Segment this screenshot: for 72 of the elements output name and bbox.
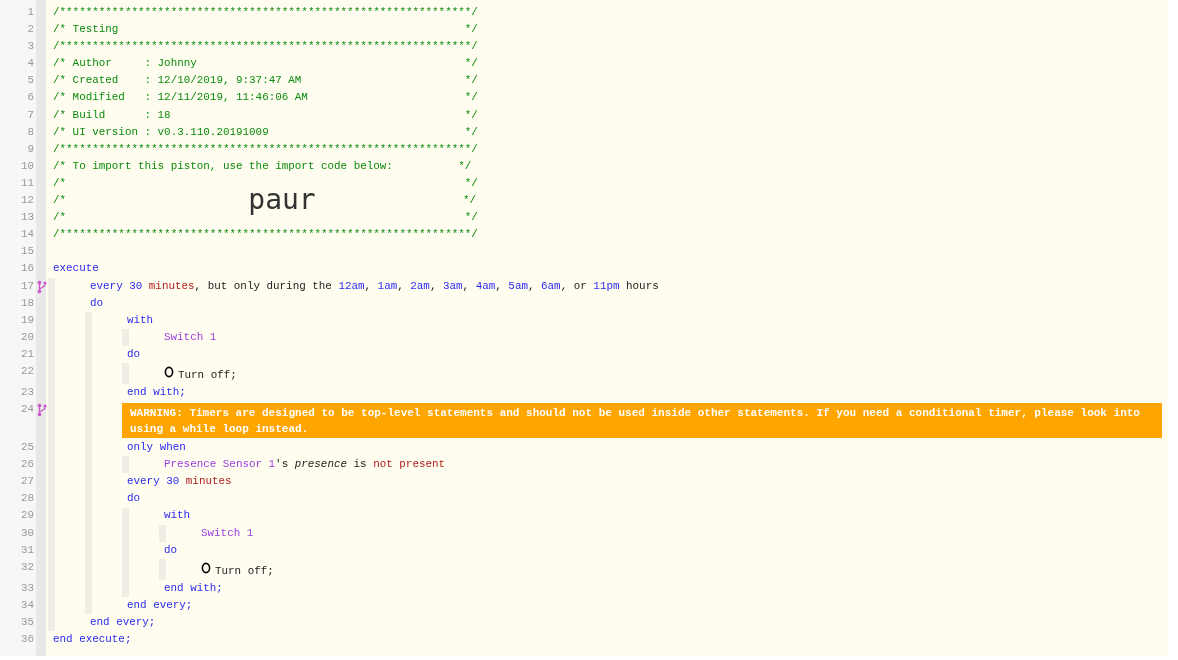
code-line: /***************************************************************/ [52, 141, 478, 157]
code-line: do [126, 491, 141, 507]
line-number: 26 [20, 457, 35, 473]
code-line: /* To import this piston, use the import code below: */ [52, 158, 472, 174]
line-number: 11 [20, 175, 35, 191]
code-line: end with; [163, 580, 223, 596]
code-line: /* Author : Johnny */ [52, 56, 478, 72]
line-number: 6 [27, 90, 35, 106]
line-number: 4 [27, 56, 35, 72]
comment-text: /* [52, 193, 67, 209]
line-number: 5 [27, 73, 35, 89]
line-number: 25 [20, 440, 35, 456]
code-line: do [163, 542, 178, 558]
code-line: end every; [89, 614, 156, 630]
code-line: Presence Sensor 1's presence is not present [163, 457, 446, 473]
code-line: do [126, 346, 141, 362]
line-number: 34 [20, 597, 35, 613]
code-line: Turn off; [214, 563, 274, 579]
line-number: 9 [27, 141, 35, 157]
code-line: every 30 minutes, but only during the 12am, 1am, 2am, 3am, 4am, 5am, 6am, or 11pm hours [89, 278, 659, 294]
circle-icon [164, 365, 174, 378]
code-line: Switch 1 [163, 329, 217, 345]
code-line: /* Build : 18 */ [52, 107, 478, 123]
line-number: 20 [20, 329, 35, 345]
line-number: 28 [20, 491, 35, 507]
code-line: end execute; [52, 632, 132, 647]
line-number: 23 [20, 384, 35, 400]
comment-text: */ [461, 193, 476, 209]
line-number: 7 [27, 107, 35, 123]
line-number: 16 [20, 261, 35, 277]
line-number: 15 [20, 244, 35, 260]
code-line: only when [126, 440, 186, 456]
line-number: 1 [27, 5, 35, 20]
line-number: 8 [27, 124, 35, 140]
line-number: 3 [27, 39, 35, 55]
code-line: end with; [126, 384, 186, 400]
circle-icon [201, 561, 211, 574]
code-line: /***************************************************************/ [52, 227, 478, 243]
code-line: Turn off; [177, 367, 237, 383]
line-number: 24 [20, 402, 35, 418]
code-line: do [89, 295, 104, 311]
code-line: /***************************************************************/ [52, 5, 478, 20]
line-number: 30 [20, 525, 35, 541]
warning-message: WARNING: Timers are designed to be top-level statements and should not be used inside other statements. If you need a conditional timer, please look into using a while loop instead. [122, 403, 1162, 439]
line-number: 33 [20, 580, 35, 596]
code-line: /* Created : 12/10/2019, 9:37:47 AM */ [52, 73, 478, 89]
code-line: with [163, 508, 191, 524]
line-number: 14 [20, 227, 35, 243]
code-line: /* Testing */ [52, 22, 478, 38]
line-number: 27 [20, 474, 35, 490]
line-number: 22 [20, 363, 35, 379]
line-number: 19 [20, 312, 35, 328]
code-line: /***************************************************************/ [52, 39, 478, 55]
code-line: every 30 minutes [126, 474, 232, 490]
code-line: with [126, 312, 154, 328]
line-number: 32 [20, 559, 35, 575]
code-line: /* UI version : v0.3.110.20191009 */ [52, 124, 478, 140]
line-number: 35 [20, 614, 35, 630]
line-number: 31 [20, 542, 35, 558]
line-number: 36 [20, 632, 35, 647]
line-number: 2 [27, 22, 35, 38]
line-number: 29 [20, 508, 35, 524]
code-line: end every; [126, 597, 193, 613]
code-line: Switch 1 [200, 525, 254, 541]
line-number: 13 [20, 210, 35, 226]
line-number: 10 [20, 158, 35, 174]
code-line: execute [52, 261, 99, 277]
line-number: 17 [20, 278, 35, 294]
line-number: 21 [20, 346, 35, 362]
line-number: 18 [20, 295, 35, 311]
line-number: 12 [20, 193, 35, 209]
code-line: /* Modified : 12/11/2019, 11:46:06 AM */ [52, 90, 478, 106]
